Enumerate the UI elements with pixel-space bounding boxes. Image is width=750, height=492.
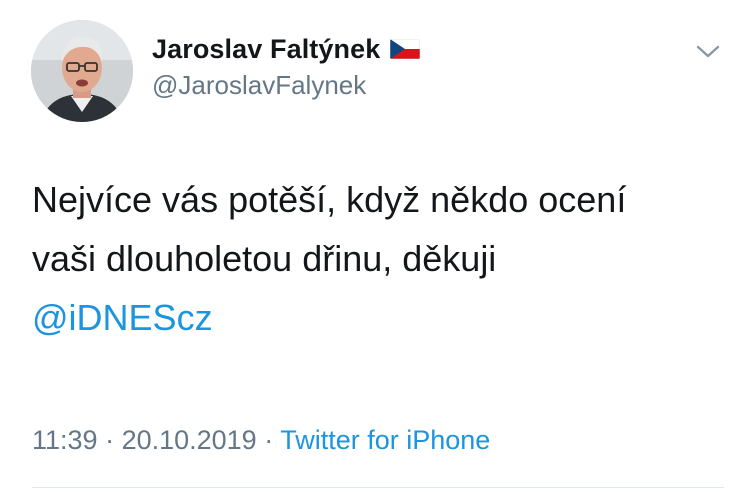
author-handle[interactable]: @JaroslavFalynek — [152, 70, 420, 101]
avatar[interactable] — [31, 20, 133, 122]
mention-link[interactable]: @iDNEScz — [32, 297, 213, 338]
author-display-name[interactable]: Jaroslav Faltýnek — [152, 34, 380, 65]
tweet-source-link[interactable]: Twitter for iPhone — [280, 425, 490, 455]
czech-flag-icon — [390, 39, 421, 59]
author-name-row: Jaroslav Faltýnek — [152, 32, 421, 66]
chevron-down-icon[interactable] — [694, 40, 722, 62]
tweet-text-line: Nejvíce vás potěší, když někdo ocení — [32, 179, 627, 220]
tweet-time: 11:39 — [32, 425, 98, 455]
tweet-text-line: vaši dlouholetou dřinu, děkuji — [32, 238, 497, 279]
meta-separator: · — [256, 425, 281, 455]
author-block: Jaroslav Faltýnek @JaroslavFalynek — [152, 32, 421, 101]
tweet-date: 20.10.2019 — [121, 425, 257, 455]
meta-separator: · — [97, 425, 122, 455]
divider — [32, 487, 724, 488]
avatar-photo — [31, 20, 133, 122]
tweet-card: Jaroslav Faltýnek @JaroslavFalynek Nejví… — [0, 0, 750, 492]
tweet-meta: 11:39 · 20.10.2019 · Twitter for iPhone — [32, 425, 490, 456]
tweet-text: Nejvíce vás potěší, když někdo ocení vaš… — [32, 170, 732, 347]
